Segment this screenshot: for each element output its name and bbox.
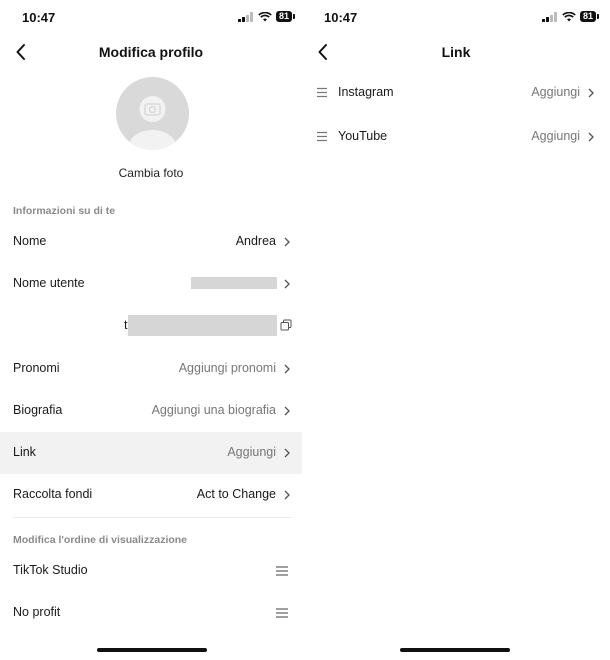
row-label: Biografia	[13, 403, 63, 417]
battery-indicator: 81	[579, 11, 600, 22]
signal-icon	[237, 11, 253, 22]
chevron-right-icon	[284, 406, 290, 416]
row-label: Link	[13, 445, 36, 459]
row-name[interactable]: Nome Andrea	[0, 221, 302, 263]
chevron-right-icon	[284, 237, 290, 247]
home-indicator[interactable]	[97, 648, 207, 652]
row-value: Andrea	[235, 234, 276, 248]
chevron-right-icon	[284, 279, 290, 289]
edit-profile-screen: 10:47 81 Modifica profilo Cambia foto In…	[0, 0, 302, 660]
nav-bar: Link	[302, 36, 610, 68]
link-label: Instagram	[338, 85, 394, 99]
home-indicator[interactable]	[400, 648, 510, 652]
nav-bar: Modifica profilo	[0, 36, 302, 68]
row-value: Aggiungi una biografia	[151, 403, 276, 417]
order-item-tiktok-studio[interactable]: TikTok Studio	[0, 550, 302, 592]
drag-handle-icon[interactable]	[316, 131, 328, 142]
avatar[interactable]	[116, 77, 189, 150]
chevron-right-icon	[588, 132, 594, 142]
battery-indicator: 81	[275, 11, 296, 22]
row-label: Nome	[13, 234, 47, 248]
row-profile-handle[interactable]: t	[0, 305, 302, 347]
row-label: TikTok Studio	[13, 563, 88, 577]
page-title: Modifica profilo	[98, 44, 204, 60]
row-label: Pronomi	[13, 361, 60, 375]
link-item-instagram[interactable]: Instagram Aggiungi	[302, 71, 610, 115]
section-header-display-order: Modifica l'ordine di visualizzazione	[13, 534, 188, 546]
row-pronouns[interactable]: Pronomi Aggiungi pronomi	[0, 348, 302, 390]
row-value: Aggiungi	[227, 445, 276, 459]
redacted-username	[191, 277, 277, 289]
row-bio[interactable]: Biografia Aggiungi una biografia	[0, 390, 302, 432]
handle-prefix: t	[124, 318, 128, 332]
order-item-no-profit[interactable]: No profit	[0, 592, 302, 634]
drag-handle-icon[interactable]	[316, 87, 328, 98]
status-time: 10:47	[22, 10, 56, 25]
page-title: Link	[441, 44, 471, 60]
chevron-right-icon	[284, 448, 290, 458]
change-photo-link[interactable]: Cambia foto	[0, 166, 302, 180]
row-username[interactable]: Nome utente	[0, 263, 302, 305]
drag-handle-icon[interactable]	[275, 607, 289, 619]
row-value: Aggiungi pronomi	[178, 361, 276, 375]
drag-handle-icon[interactable]	[275, 565, 289, 577]
wifi-icon	[562, 11, 576, 21]
section-header-about: Informazioni su di te	[13, 205, 116, 217]
link-item-youtube[interactable]: YouTube Aggiungi	[302, 115, 610, 159]
chevron-right-icon	[284, 490, 290, 500]
row-label: Raccolta fondi	[13, 487, 93, 501]
row-fundraiser[interactable]: Raccolta fondi Act to Change	[0, 474, 302, 516]
row-link[interactable]: Link Aggiungi	[0, 432, 302, 474]
wifi-icon	[258, 11, 272, 21]
link-value: Aggiungi	[531, 85, 580, 99]
status-bar: 10:47 81	[0, 0, 302, 36]
divider	[13, 517, 292, 518]
row-label: Nome utente	[13, 276, 85, 290]
chevron-right-icon	[588, 88, 594, 98]
row-label: No profit	[13, 605, 61, 619]
links-screen: 10:47 81 Link Instagram Aggiungi YouTube…	[302, 0, 610, 660]
chevron-right-icon	[284, 364, 290, 374]
status-time: 10:47	[324, 10, 358, 25]
link-label: YouTube	[338, 129, 388, 143]
signal-icon	[541, 11, 557, 22]
redacted-handle	[128, 315, 277, 336]
camera-icon	[128, 96, 177, 150]
status-icons: 81	[541, 11, 600, 22]
row-value: Act to Change	[196, 487, 276, 501]
link-value: Aggiungi	[531, 129, 580, 143]
status-bar: 10:47 81	[302, 0, 610, 36]
copy-icon[interactable]	[280, 319, 292, 331]
status-icons: 81	[237, 11, 296, 22]
